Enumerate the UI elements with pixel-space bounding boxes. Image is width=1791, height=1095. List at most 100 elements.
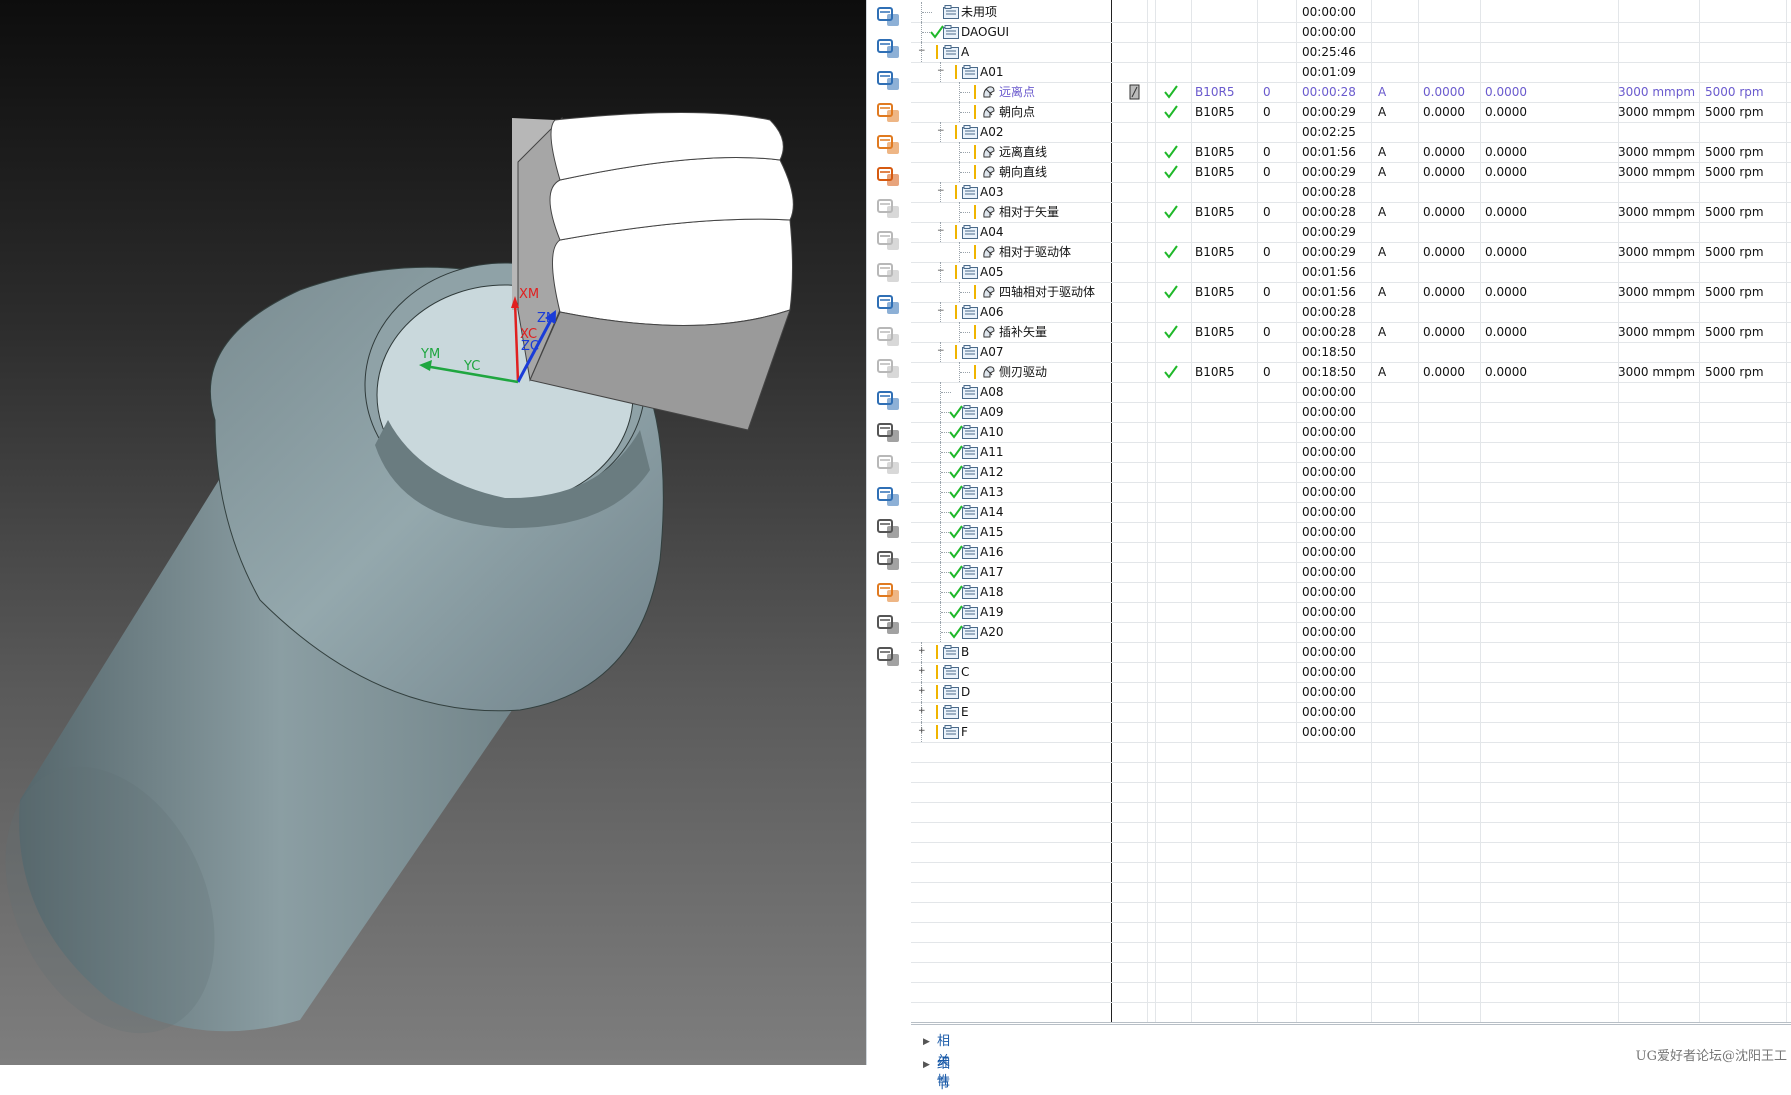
operation-row[interactable]: 远离点 B10R5 0 00:00:28 A 0.0000 0.0000 3000 mmpm 5… bbox=[911, 82, 1791, 103]
expand-icon[interactable]: + bbox=[918, 707, 926, 716]
transform-icon[interactable] bbox=[875, 452, 903, 478]
row-name: 朝向点 bbox=[999, 105, 1036, 119]
program-group-row[interactable]: − A03 00:00:28 bbox=[911, 182, 1791, 203]
operation-row[interactable]: 插补矢量 B10R5 0 00:00:28 A 0.0000 0.0000 3000 mmpm… bbox=[911, 322, 1791, 343]
name-cell: 朝向点 bbox=[911, 102, 1111, 122]
program-group-row[interactable]: A08 00:00:00 bbox=[911, 382, 1791, 403]
program-group-row[interactable]: DAOGUI 00:00:00 bbox=[911, 22, 1791, 43]
operation-icon bbox=[981, 164, 997, 180]
postprocess-icon[interactable] bbox=[875, 356, 903, 382]
wrench-icon[interactable] bbox=[875, 260, 903, 286]
program-group-row[interactable]: − A01 00:01:09 bbox=[911, 62, 1791, 83]
create-geometry-icon[interactable] bbox=[875, 68, 903, 94]
empty-row bbox=[911, 742, 1791, 763]
tool-cell: B10R5 bbox=[1195, 205, 1235, 219]
name-cell: 未用项 bbox=[911, 2, 1111, 22]
program-group-row[interactable]: A13 00:00:00 bbox=[911, 482, 1791, 503]
verify-toolpath-icon[interactable] bbox=[875, 196, 903, 222]
program-group-row[interactable]: A10 00:00:00 bbox=[911, 422, 1791, 443]
program-group-row[interactable]: A18 00:00:00 bbox=[911, 582, 1791, 603]
collapse-icon[interactable]: − bbox=[937, 267, 945, 276]
time-cell: 00:00:28 bbox=[1302, 205, 1356, 219]
create-method-icon[interactable] bbox=[875, 100, 903, 126]
expand-icon[interactable]: + bbox=[918, 727, 926, 736]
program-group-row[interactable]: A12 00:00:00 bbox=[911, 462, 1791, 483]
program-group-row[interactable]: + E 00:00:00 bbox=[911, 702, 1791, 723]
tree-branch bbox=[960, 112, 970, 114]
collapse-icon[interactable]: − bbox=[937, 187, 945, 196]
row-name: D bbox=[961, 685, 971, 699]
operation-row[interactable]: 朝向直线 B10R5 0 00:00:29 A 0.0000 0.0000 3000 mmpm… bbox=[911, 162, 1791, 183]
replay-icon[interactable] bbox=[875, 324, 903, 350]
tool-number-cell: 0 bbox=[1263, 85, 1271, 99]
program-group-row[interactable]: A15 00:00:00 bbox=[911, 522, 1791, 543]
collapse-icon[interactable]: − bbox=[918, 47, 926, 56]
program-group-row[interactable]: − A 00:25:46 bbox=[911, 42, 1791, 63]
program-group-row[interactable]: A11 00:00:00 bbox=[911, 442, 1791, 463]
program-group-row[interactable]: A19 00:00:00 bbox=[911, 602, 1791, 623]
name-cell: − A06 bbox=[911, 302, 1111, 322]
edit-feed-icon[interactable] bbox=[875, 420, 903, 446]
report-icon[interactable] bbox=[875, 484, 903, 510]
program-group-row[interactable]: + C 00:00:00 bbox=[911, 662, 1791, 683]
create-tool-icon[interactable] bbox=[875, 36, 903, 62]
row-name: A11 bbox=[980, 445, 1004, 459]
operation-row[interactable]: 朝向点 B10R5 0 00:00:29 A 0.0000 0.0000 3000 mmpm 5… bbox=[911, 102, 1791, 123]
operation-row[interactable]: 远离直线 B10R5 0 00:01:56 A 0.0000 0.0000 3000 mmpm… bbox=[911, 142, 1791, 163]
operation-row[interactable]: 侧刃驱动 B10R5 0 00:18:50 A 0.0000 0.0000 3000 mmpm… bbox=[911, 362, 1791, 383]
operation-row[interactable]: 相对于驱动体 B10R5 0 00:00:29 A 0.0000 0.0000 3000 mm… bbox=[911, 242, 1791, 263]
name-cell: + E bbox=[911, 702, 1111, 722]
program-folder-icon bbox=[943, 25, 959, 39]
navigator-grid: 未用项 00:00:00 DAOGUI 00:00:00− A 00:25:46− A01 0… bbox=[911, 0, 1791, 1022]
hide-icon[interactable] bbox=[875, 612, 903, 638]
operation-icon bbox=[981, 244, 997, 260]
program-group-row[interactable]: − A05 00:01:56 bbox=[911, 262, 1791, 283]
expand-icon[interactable]: + bbox=[918, 687, 926, 696]
collapse-icon[interactable]: − bbox=[937, 127, 945, 136]
program-group-row[interactable]: − A06 00:00:28 bbox=[911, 302, 1791, 323]
save-icon[interactable] bbox=[875, 548, 903, 574]
graphics-viewport[interactable]: XM XC ZM ZC YM YC bbox=[0, 0, 866, 1065]
layout-icon[interactable] bbox=[875, 516, 903, 542]
collapse-icon[interactable]: − bbox=[937, 347, 945, 356]
collapse-icon[interactable]: − bbox=[937, 67, 945, 76]
program-group-row[interactable]: 未用项 00:00:00 bbox=[911, 2, 1791, 23]
name-cell: − A03 bbox=[911, 182, 1111, 202]
shop-doc-icon[interactable] bbox=[875, 388, 903, 414]
simulate-machine-icon[interactable] bbox=[875, 228, 903, 254]
program-group-row[interactable]: − A07 00:18:50 bbox=[911, 342, 1791, 363]
program-group-row[interactable]: + F 00:00:00 bbox=[911, 722, 1791, 743]
create-program-icon[interactable] bbox=[875, 4, 903, 30]
program-group-row[interactable]: A09 00:00:00 bbox=[911, 402, 1791, 423]
program-group-row[interactable]: A17 00:00:00 bbox=[911, 562, 1791, 583]
name-cell: − A02 bbox=[911, 122, 1111, 142]
tree-branch bbox=[941, 392, 951, 394]
operation-row[interactable]: 相对于矢量 B10R5 0 00:00:28 A 0.0000 0.0000 3000 mmp… bbox=[911, 202, 1791, 223]
program-group-row[interactable]: A14 00:00:00 bbox=[911, 502, 1791, 523]
operation-row[interactable]: 四轴相对于驱动体 B10R5 0 00:01:56 A 0.0000 0.0000 3000 … bbox=[911, 282, 1791, 303]
program-folder-icon bbox=[962, 225, 978, 239]
display-icon[interactable] bbox=[875, 580, 903, 606]
tab-marker bbox=[936, 685, 938, 699]
feed-cell: 3000 mmpm bbox=[1618, 165, 1696, 179]
expand-icon[interactable]: + bbox=[918, 647, 926, 656]
program-group-row[interactable]: + B 00:00:00 bbox=[911, 642, 1791, 663]
create-operation-icon[interactable] bbox=[875, 132, 903, 158]
program-group-row[interactable]: A16 00:00:00 bbox=[911, 542, 1791, 563]
tool-number-cell: 0 bbox=[1263, 245, 1271, 259]
collapse-icon[interactable]: − bbox=[937, 227, 945, 236]
program-group-row[interactable]: − A04 00:00:29 bbox=[911, 222, 1791, 243]
program-group-row[interactable]: + D 00:00:00 bbox=[911, 682, 1791, 703]
row-name: A17 bbox=[980, 565, 1004, 579]
collapse-icon[interactable]: − bbox=[937, 307, 945, 316]
new-operation-icon[interactable] bbox=[875, 164, 903, 190]
program-group-row[interactable]: − A02 00:02:25 bbox=[911, 122, 1791, 143]
tree-branch bbox=[960, 152, 970, 154]
time-cell: 00:00:00 bbox=[1302, 465, 1356, 479]
program-group-row[interactable]: A20 00:00:00 bbox=[911, 622, 1791, 643]
generate-toolpath-icon[interactable] bbox=[875, 292, 903, 318]
name-cell: − A01 bbox=[911, 62, 1111, 82]
name-cell: DAOGUI bbox=[911, 22, 1111, 42]
material-icon[interactable] bbox=[875, 644, 903, 670]
expand-icon[interactable]: + bbox=[918, 667, 926, 676]
